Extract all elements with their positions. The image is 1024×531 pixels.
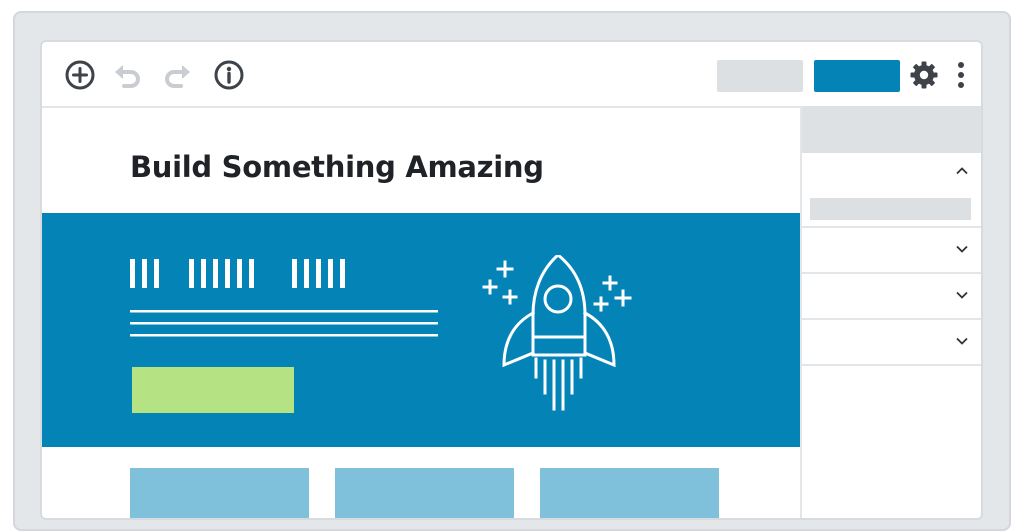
hero-text-placeholder [130, 259, 438, 337]
redo-icon[interactable] [162, 59, 194, 91]
page-title: Build Something Amazing [130, 150, 544, 184]
settings-panel [800, 106, 981, 518]
accordion-section[interactable] [802, 320, 981, 366]
more-vertical-icon[interactable] [948, 59, 974, 91]
chevron-down-icon[interactable] [954, 287, 970, 303]
hero-banner [42, 213, 802, 447]
undo-icon[interactable] [111, 59, 143, 91]
info-icon[interactable] [213, 59, 245, 91]
chevron-down-icon[interactable] [954, 241, 970, 257]
app-window: Build Something Amazing [40, 40, 983, 520]
content-card[interactable] [130, 468, 309, 518]
content-card[interactable] [335, 468, 514, 518]
hero-cta-button[interactable] [132, 367, 294, 413]
accordion-section[interactable] [802, 228, 981, 274]
accordion-section[interactable] [802, 274, 981, 320]
gear-icon[interactable] [908, 59, 940, 91]
toolbar [42, 42, 981, 108]
accordion-section-expanded[interactable] [802, 153, 981, 228]
secondary-button[interactable] [717, 60, 803, 92]
chevron-up-icon[interactable] [954, 163, 970, 179]
content-card[interactable] [540, 468, 719, 518]
rocket-icon [474, 253, 644, 425]
chevron-down-icon[interactable] [954, 333, 970, 349]
accordion-field-placeholder[interactable] [810, 198, 971, 220]
panel-header [802, 106, 981, 153]
primary-button[interactable] [814, 60, 900, 92]
add-circle-icon[interactable] [64, 59, 96, 91]
